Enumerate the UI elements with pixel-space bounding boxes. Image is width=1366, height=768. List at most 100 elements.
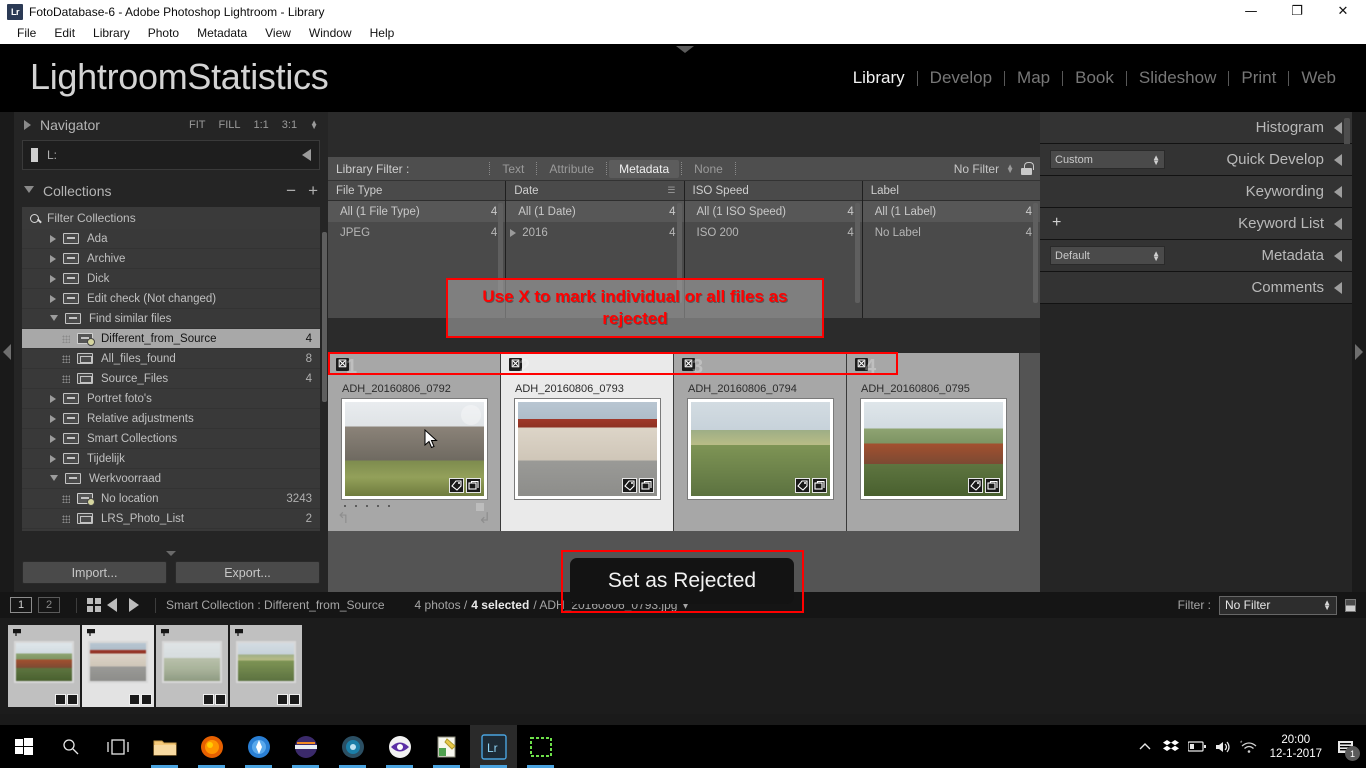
minimize-button[interactable]: — [1228, 0, 1274, 23]
keyword-badge-icon[interactable] [203, 694, 214, 705]
chevron-right-icon[interactable] [510, 228, 517, 237]
photo-thumbnail[interactable] [687, 398, 834, 500]
filmstrip-item[interactable] [156, 625, 228, 707]
chevron-left-icon[interactable] [1334, 153, 1342, 166]
chevron-right-icon[interactable] [50, 414, 56, 423]
filter-preset-label[interactable]: No Filter [954, 162, 999, 176]
filter-row[interactable]: JPEG 4 [328, 222, 506, 243]
lock-icon[interactable] [1021, 162, 1034, 175]
menu-help[interactable]: Help [361, 23, 404, 44]
close-button[interactable]: ✕ [1320, 0, 1366, 23]
filmstrip-thumbnail[interactable] [88, 641, 148, 683]
chevron-left-icon[interactable] [1334, 249, 1342, 262]
filmstrip-source-label[interactable]: Smart Collection : Different_from_Source [166, 598, 385, 612]
chevron-right-icon[interactable] [50, 274, 56, 283]
filmstrip-item[interactable] [230, 625, 302, 707]
module-develop[interactable]: Develop [918, 68, 1004, 88]
keyword-badge-icon[interactable] [55, 694, 66, 705]
collection-row-dick[interactable]: Dick [22, 269, 320, 289]
panel-metadata[interactable]: Default ▲ ▼ Metadata [1040, 240, 1352, 272]
chevron-right-icon[interactable] [50, 454, 56, 463]
file-explorer-icon[interactable] [141, 725, 188, 768]
collection-badge-icon[interactable] [141, 694, 152, 705]
module-slideshow[interactable]: Slideshow [1127, 68, 1229, 88]
filmstrip-thumbnail[interactable] [162, 641, 222, 683]
chevron-left-icon[interactable] [302, 149, 311, 161]
stepper-icon[interactable]: ▲ ▼ [1152, 153, 1160, 166]
rating-dots[interactable] [344, 505, 390, 507]
browser-white-icon[interactable] [376, 725, 423, 768]
search-icon[interactable] [47, 725, 94, 768]
chevron-down-icon[interactable] [50, 474, 58, 485]
filter-row[interactable]: 2016 4 [506, 222, 684, 243]
forward-arrow-icon[interactable] [129, 598, 139, 612]
grid-cell[interactable]: ☒ 1 ADH_20160806_0792 ↰ ↲ [328, 353, 501, 531]
menu-metadata[interactable]: Metadata [188, 23, 256, 44]
filter-column-scrollbar[interactable] [1033, 203, 1038, 303]
filter-row[interactable]: ISO 200 4 [684, 222, 862, 243]
drag-handle-icon[interactable] [62, 494, 70, 503]
flag-icon[interactable] [235, 629, 243, 636]
grid-view-icon[interactable] [87, 598, 101, 612]
grid-cell[interactable]: ☒ 4 ADH_20160806_0795 [847, 353, 1020, 531]
collection-row-relative-adjustments[interactable]: Relative adjustments [22, 409, 320, 429]
keyword-badge-icon[interactable] [449, 478, 464, 493]
collection-row-smart-collections[interactable]: Smart Collections [22, 429, 320, 449]
flag-icon[interactable] [161, 629, 169, 636]
browser-blue-icon[interactable] [235, 725, 282, 768]
tab-text[interactable]: Text [492, 160, 534, 178]
start-button[interactable] [0, 725, 47, 768]
tab-attribute[interactable]: Attribute [539, 160, 604, 178]
drag-handle-icon[interactable] [62, 354, 70, 363]
filter-row[interactable]: All (1 Date) 4 [506, 201, 684, 222]
collection-badge-icon[interactable] [67, 694, 78, 705]
maximize-button[interactable]: ❐ [1274, 0, 1320, 23]
filmstrip-item[interactable] [8, 625, 80, 707]
filmstrip-thumbnail[interactable] [236, 641, 296, 683]
remove-collection-icon[interactable]: − [286, 182, 296, 199]
volume-icon[interactable] [1210, 725, 1236, 768]
tab-none[interactable]: None [684, 160, 733, 178]
panel-resize-grip[interactable] [166, 551, 176, 556]
chevron-right-icon[interactable] [50, 394, 56, 403]
notepad-icon[interactable] [423, 725, 470, 768]
panel-histogram[interactable]: Histogram [1040, 112, 1352, 178]
photo-thumbnail[interactable] [860, 398, 1007, 500]
drag-handle-icon[interactable] [62, 514, 70, 523]
wifi-icon[interactable]: * [1236, 725, 1262, 768]
chevron-left-icon[interactable] [1334, 281, 1342, 294]
chevron-left-icon[interactable] [1334, 121, 1342, 134]
collection-row-source-files[interactable]: Source_Files 4 [22, 369, 320, 389]
module-book[interactable]: Book [1063, 68, 1126, 88]
zoom-fit[interactable]: FIT [189, 119, 206, 131]
module-map[interactable]: Map [1005, 68, 1062, 88]
import-button[interactable]: Import... [22, 561, 167, 584]
filmstrip-thumbnail[interactable] [14, 641, 74, 683]
grid-cell[interactable]: ☒ 3 ADH_20160806_0794 [674, 353, 847, 531]
collection-badge-icon[interactable] [639, 478, 654, 493]
media-player-icon[interactable] [329, 725, 376, 768]
chevron-left-icon[interactable] [1334, 185, 1342, 198]
chevron-right-icon[interactable] [50, 434, 56, 443]
keyword-badge-icon[interactable] [277, 694, 288, 705]
module-web[interactable]: Web [1289, 68, 1348, 88]
photo-thumbnail[interactable] [341, 398, 488, 500]
collection-badge-icon[interactable] [289, 694, 300, 705]
keyword-badge-icon[interactable] [129, 694, 140, 705]
menu-file[interactable]: File [8, 23, 45, 44]
filter-column-scrollbar[interactable] [854, 203, 860, 303]
left-panel-toggle-icon[interactable] [3, 344, 11, 360]
collection-row-all-files-found[interactable]: All_files_found 8 [22, 349, 320, 369]
menu-photo[interactable]: Photo [139, 23, 188, 44]
filmstrip-filter-select[interactable]: No Filter ▲ ▼ [1219, 595, 1337, 615]
photo-thumbnail[interactable] [514, 398, 661, 500]
chevron-left-icon[interactable] [1334, 217, 1342, 230]
chevron-down-icon[interactable] [50, 314, 58, 325]
task-view-icon[interactable] [94, 725, 141, 768]
stepper-icon[interactable]: ▲ ▼ [1323, 599, 1331, 612]
snipping-tool-icon[interactable] [517, 725, 564, 768]
collection-row-archive[interactable]: Archive [22, 249, 320, 269]
collection-badge-icon[interactable] [985, 478, 1000, 493]
filter-preset-stepper-icon[interactable]: ▲ ▼ [1006, 162, 1014, 174]
left-panel-scrollbar[interactable] [322, 232, 327, 402]
